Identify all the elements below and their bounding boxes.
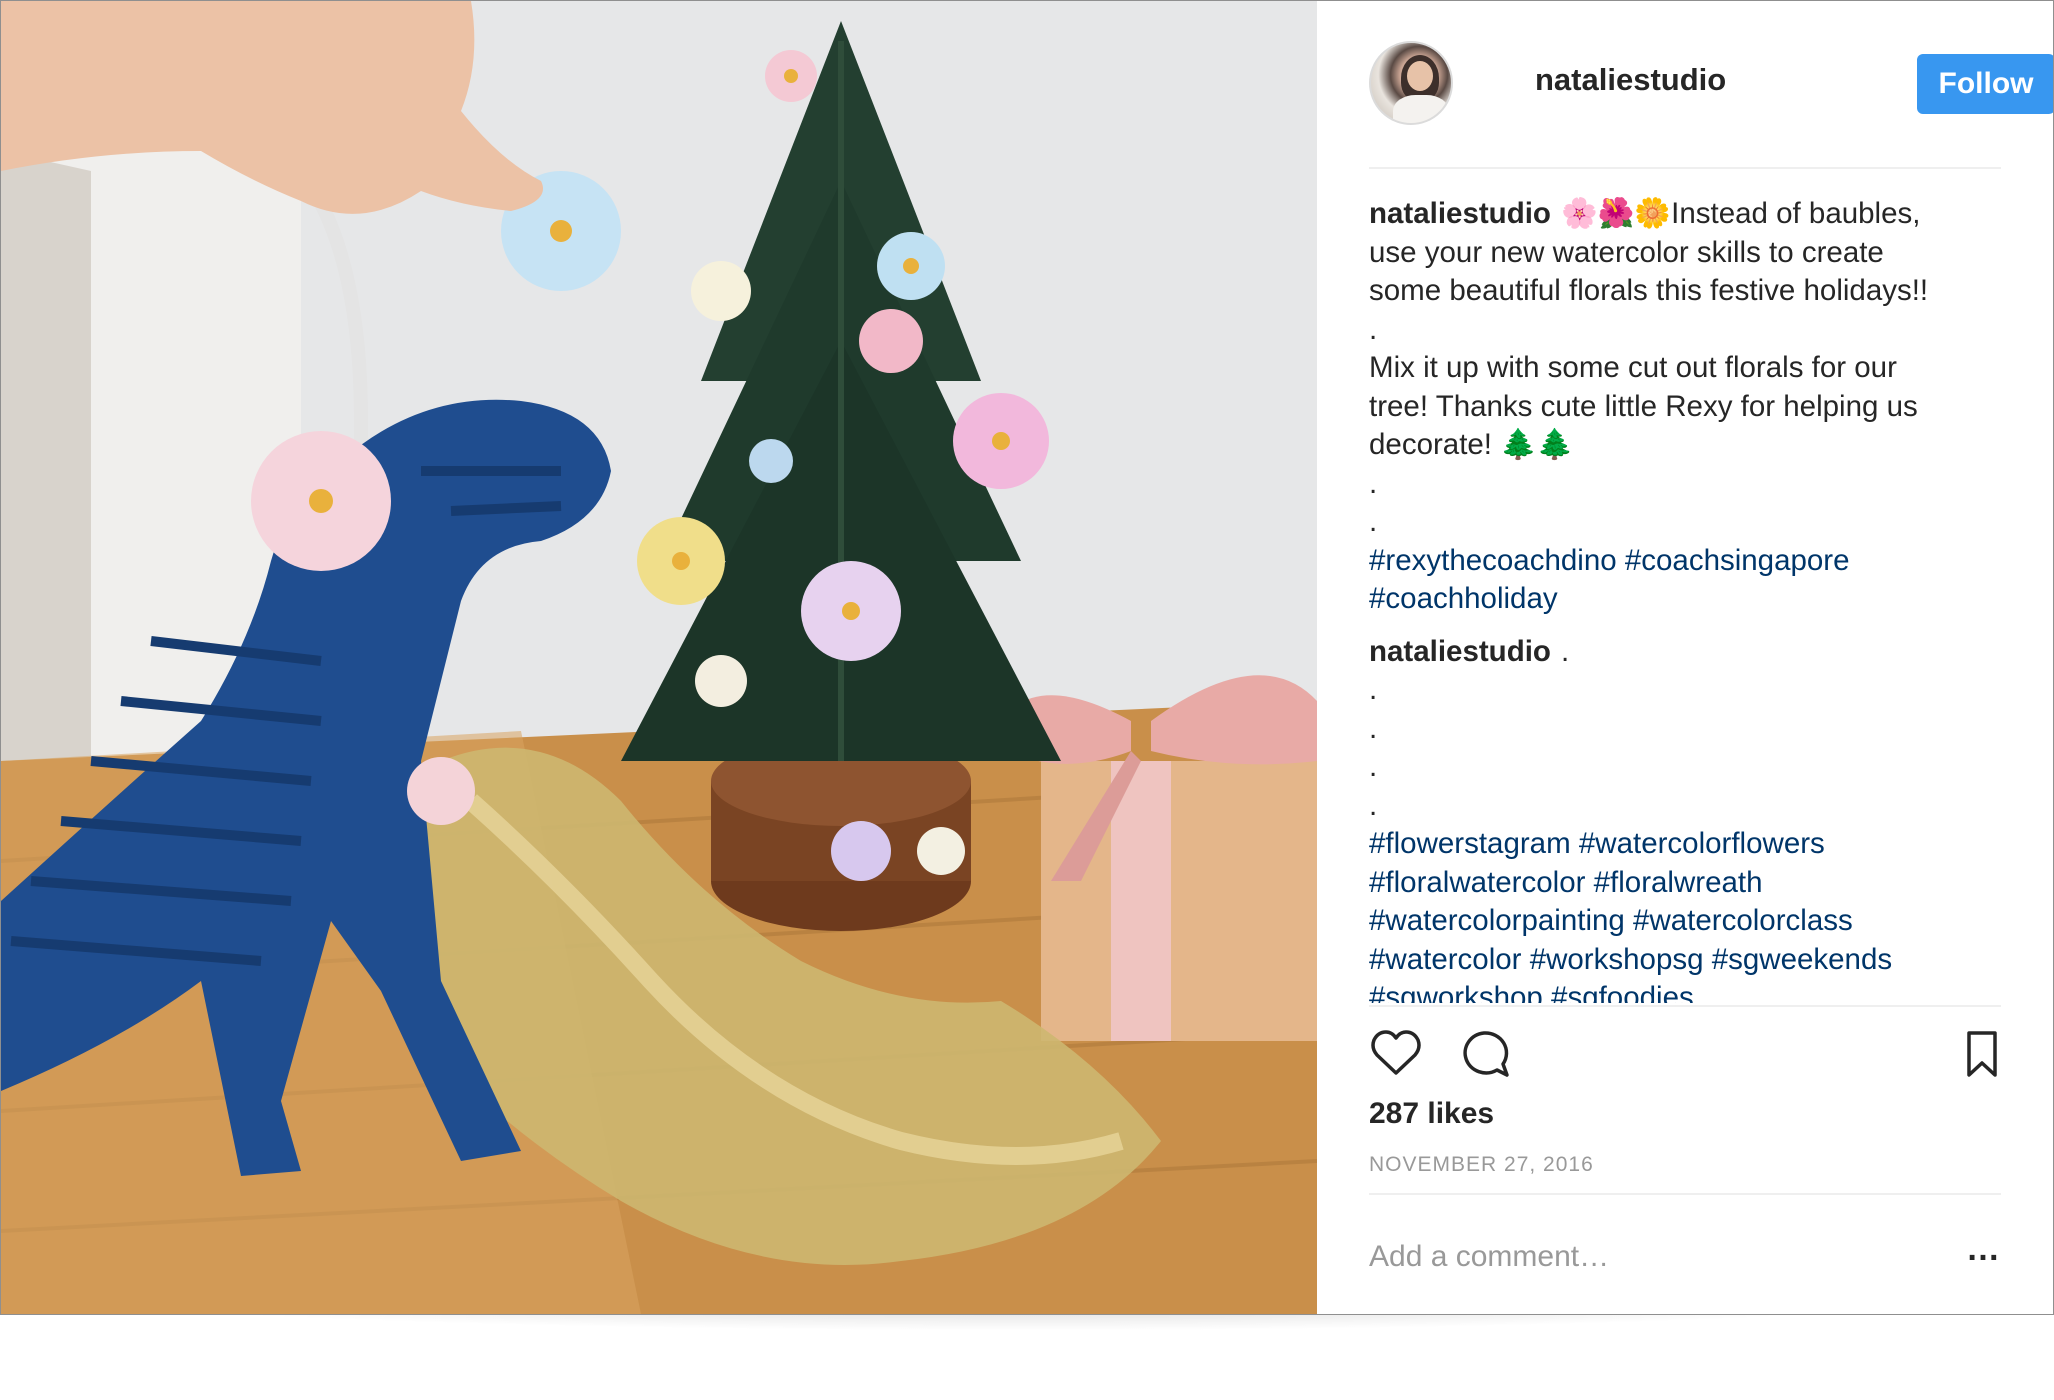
caption-username[interactable]: nataliestudio xyxy=(1369,197,1551,230)
hashtag-link[interactable]: #sgfoodies xyxy=(1551,981,1694,1003)
header-divider xyxy=(1369,167,2001,169)
hashtag-link[interactable]: #coachholiday xyxy=(1369,582,1558,615)
caption-line: use your new watercolor skills to create xyxy=(1369,235,1884,269)
avatar-body xyxy=(1393,95,1449,123)
username-link[interactable]: nataliestudio xyxy=(1535,62,1726,98)
comment-dot: . xyxy=(1369,673,1378,706)
more-icon[interactable]: … xyxy=(1961,1232,2005,1279)
avatar-face xyxy=(1407,61,1433,91)
comment-dot: . xyxy=(1369,711,1378,745)
hashtag-link[interactable]: #watercolorclass xyxy=(1633,904,1853,937)
caption-hashtags: #rexythecoachdino #coachsingapore #coach… xyxy=(1369,542,2009,619)
hashtag-link[interactable]: #rexythecoachdino xyxy=(1369,544,1617,577)
post-side-panel: nataliestudio Follow nataliestudio 🌸🌺🌼Ins… xyxy=(1317,1,2053,1314)
comment-dot: . xyxy=(1369,788,1378,822)
comments-list[interactable]: nataliestudio 🌸🌺🌼Instead of baubles, use … xyxy=(1369,195,2009,1003)
hashtag-link[interactable]: #floralwatercolor xyxy=(1369,866,1585,899)
caption-dot: . xyxy=(1369,312,1378,346)
post-modal: nataliestudio Follow nataliestudio 🌸🌺🌼Ins… xyxy=(0,0,2054,1315)
caption-comment: nataliestudio 🌸🌺🌼Instead of baubles, use … xyxy=(1369,195,2009,619)
comments-divider xyxy=(1369,1005,2001,1007)
comment-dot: . xyxy=(1369,750,1378,783)
hashtag-link[interactable]: #sgweekends xyxy=(1712,943,1892,976)
caption-line: tree! Thanks cute little Rexy for helpin… xyxy=(1369,389,1918,423)
comment-text: . xyxy=(1560,634,1570,668)
hashtag-link[interactable]: #flowerstagram xyxy=(1369,827,1571,860)
caption-dot: . xyxy=(1369,466,1378,500)
post-header: nataliestudio Follow xyxy=(1369,41,2053,129)
hashtag-link[interactable]: #floralwreath xyxy=(1594,866,1763,899)
caption-line: some beautiful florals this festive holi… xyxy=(1369,274,1929,307)
photo-illustration xyxy=(1,1,1317,1314)
heart-icon[interactable] xyxy=(1369,1027,1423,1081)
comment-icon[interactable] xyxy=(1457,1027,1511,1081)
post-photo[interactable] xyxy=(1,1,1317,1314)
hashtag-link[interactable]: #workshopsg xyxy=(1530,943,1704,976)
bookmark-icon[interactable] xyxy=(1955,1027,2009,1081)
post-date: NOVEMBER 27, 2016 xyxy=(1369,1153,1594,1176)
caption-line: Instead of baubles, xyxy=(1671,197,1921,230)
hashtag-link[interactable]: #watercolorpainting xyxy=(1369,904,1625,937)
caption-dot: . xyxy=(1369,505,1378,538)
hashtag-link[interactable]: #watercolorflowers xyxy=(1579,827,1825,860)
action-bar xyxy=(1369,1027,2009,1083)
avatar[interactable] xyxy=(1369,41,1453,125)
comment-hashtags: #flowerstagram #watercolorflowers #flora… xyxy=(1369,825,2009,1003)
hashtag-link[interactable]: #coachsingapore xyxy=(1625,544,1850,577)
comment-username[interactable]: nataliestudio xyxy=(1369,635,1551,668)
hashtag-link[interactable]: #watercolor xyxy=(1369,943,1521,976)
caption-emoji: 🌸🌺🌼 xyxy=(1560,197,1672,230)
add-comment-input[interactable] xyxy=(1369,1229,1929,1285)
follow-button[interactable]: Follow xyxy=(1917,54,2053,114)
hashtag-link[interactable]: #sgworkshop xyxy=(1369,981,1543,1003)
second-comment: nataliestudio. . . . . #flowerstagram #w… xyxy=(1369,633,2009,1004)
footer-divider xyxy=(1369,1193,2001,1195)
likes-count[interactable]: 287 likes xyxy=(1369,1097,1494,1131)
caption-line: Mix it up with some cut out florals for … xyxy=(1369,351,1897,384)
caption-line: decorate! 🌲🌲 xyxy=(1369,428,1574,461)
